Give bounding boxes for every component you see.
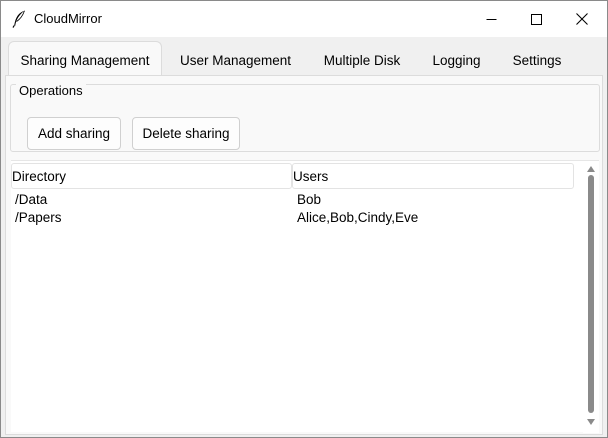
title-bar[interactable]: CloudMirror xyxy=(1,1,607,37)
table-row[interactable]: /Data Bob xyxy=(11,191,574,209)
close-button[interactable] xyxy=(559,1,605,37)
tab-multiple-disk[interactable]: Multiple Disk xyxy=(313,48,411,76)
feather-icon xyxy=(12,10,25,28)
minimize-icon xyxy=(486,18,496,20)
scroll-down-arrow-icon[interactable] xyxy=(587,419,595,425)
users-cell: Alice,Bob,Cindy,Eve xyxy=(297,210,419,225)
delete-sharing-button[interactable]: Delete sharing xyxy=(132,117,240,150)
directory-cell: /Papers xyxy=(15,210,62,225)
tab-sharing-management[interactable]: Sharing Management xyxy=(8,41,162,77)
directory-cell: /Data xyxy=(15,192,48,207)
tab-settings[interactable]: Settings xyxy=(502,48,572,76)
vertical-scrollbar[interactable] xyxy=(583,161,599,433)
window-title: CloudMirror xyxy=(34,11,102,26)
tab-logging[interactable]: Logging xyxy=(422,48,491,76)
app-window: CloudMirror Sharing Management User Mana… xyxy=(0,0,608,438)
scroll-up-arrow-icon[interactable] xyxy=(587,166,595,172)
tab-bar: Sharing Management User Management Multi… xyxy=(1,37,607,77)
add-sharing-button[interactable]: Add sharing xyxy=(27,117,121,150)
close-icon xyxy=(576,13,588,25)
table-row[interactable]: /Papers Alice,Bob,Cindy,Eve xyxy=(11,209,574,227)
sharing-table[interactable]: Directory Users /Data Bob /Papers Alice,… xyxy=(11,160,599,433)
maximize-button[interactable] xyxy=(513,1,559,37)
column-header-users[interactable]: Users xyxy=(292,163,574,189)
tab-user-management[interactable]: User Management xyxy=(170,48,301,76)
minimize-button[interactable] xyxy=(468,1,514,37)
operations-group: Operations Add sharing Delete sharing xyxy=(10,84,600,152)
operations-label: Operations xyxy=(16,84,86,98)
column-header-directory[interactable]: Directory xyxy=(11,163,292,189)
scrollbar-thumb[interactable] xyxy=(588,175,594,413)
maximize-icon xyxy=(530,13,542,25)
users-cell: Bob xyxy=(297,192,322,207)
sharing-panel: Operations Add sharing Delete sharing Di… xyxy=(5,75,603,435)
